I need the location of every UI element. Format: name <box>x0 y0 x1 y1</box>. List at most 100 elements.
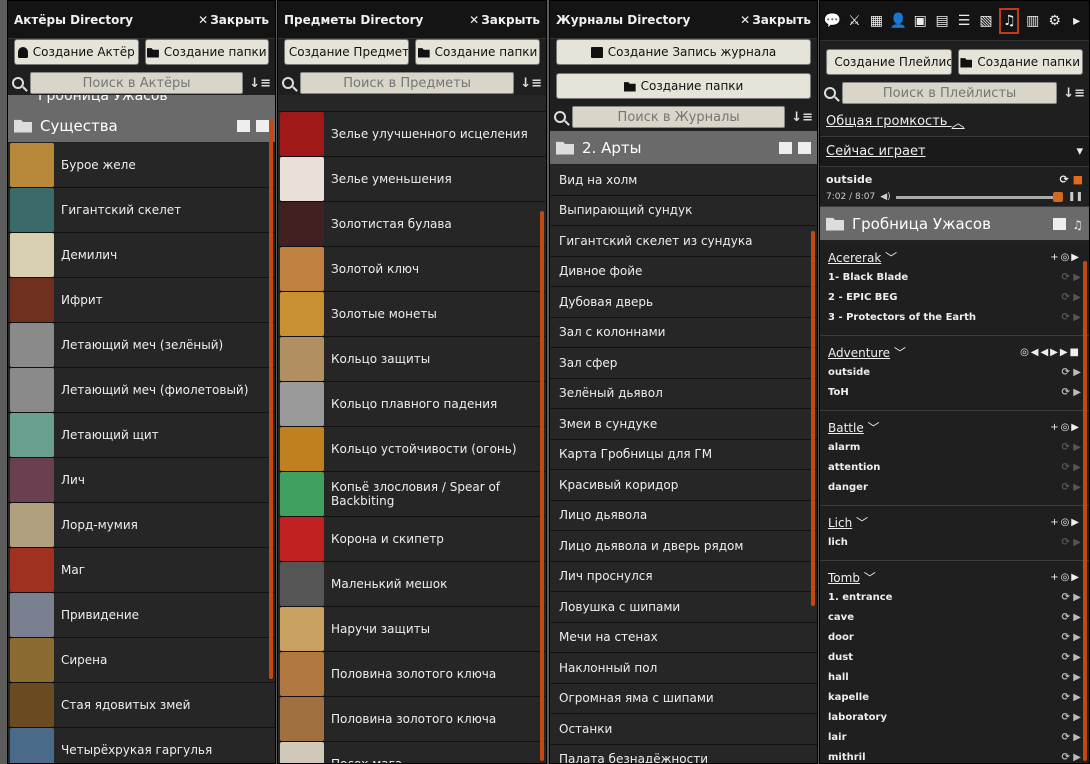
journal-entry-row[interactable]: Карта Гробницы для ГМ <box>550 439 817 470</box>
actors-search-input[interactable] <box>30 72 244 94</box>
journal-entry-row[interactable]: Ловушка с шипами <box>550 592 817 623</box>
playlist-controls[interactable]: +◎▶ <box>1050 517 1081 528</box>
track-controls[interactable]: ⟳ ▶ <box>1061 632 1081 643</box>
create-journal-icon[interactable] <box>798 141 811 154</box>
create-folder-button[interactable]: Создание папки <box>556 73 811 99</box>
global-volume-toggle[interactable]: Общая громкость ︿ <box>820 107 1089 137</box>
create-folder-icon[interactable] <box>1053 217 1067 230</box>
create-item-button[interactable]: Создание Предмет <box>284 39 409 65</box>
create-folder-button[interactable]: Создание папки <box>415 39 540 65</box>
journal-entry-row[interactable]: Палата безнадёжности <box>550 744 817 763</box>
track-row[interactable]: cave ⟳ ▶ <box>828 607 1081 627</box>
actor-row[interactable]: Летающий меч (зелёный) <box>8 323 275 368</box>
scenes-icon[interactable]: ▦ <box>868 12 885 30</box>
scrollbar[interactable] <box>1083 261 1087 761</box>
actor-row[interactable]: Привидение <box>8 593 275 638</box>
sort-icon[interactable]: ↓≡ <box>249 76 271 91</box>
create-folder-button[interactable]: Создание папки <box>144 39 269 65</box>
now-playing-header[interactable]: Сейчас играет ▾ <box>820 137 1089 167</box>
collapse-icon[interactable]: ▸ <box>1068 12 1085 30</box>
track-row[interactable]: 2 - EPIC BEG ⟳ ▶ <box>828 287 1081 307</box>
stop-icon[interactable]: ■ <box>1073 173 1083 186</box>
item-row[interactable]: Золотые монеты <box>278 292 546 337</box>
create-folder-button[interactable]: Создание папки <box>957 49 1083 75</box>
track-row[interactable]: dust ⟳ ▶ <box>828 647 1081 667</box>
journal-entry-row[interactable]: Гигантский скелет из сундука <box>550 226 817 257</box>
playlist-name[interactable]: Tomb <box>828 571 860 585</box>
journal-entry-row[interactable]: Вид на холм <box>550 165 817 196</box>
scrollbar[interactable] <box>269 119 273 679</box>
journals-search-input[interactable] <box>572 106 786 128</box>
track-controls[interactable]: ⟳ ▶ <box>1061 712 1081 723</box>
actor-row[interactable]: Демилич <box>8 233 275 278</box>
playlist-controls[interactable]: +◎▶ <box>1050 572 1081 583</box>
actor-row[interactable]: Летающий меч (фиолетовый) <box>8 368 275 413</box>
track-controls[interactable]: ⟳ ▶ <box>1061 537 1081 548</box>
actor-row[interactable]: Гигантский скелет <box>8 188 275 233</box>
journals-close-button[interactable]: ✕ Закрыть <box>740 13 811 27</box>
item-row[interactable]: Кольцо защиты <box>278 337 546 382</box>
create-actor-icon[interactable] <box>256 119 269 132</box>
track-controls[interactable]: ⟳ ▶ <box>1061 462 1081 473</box>
journal-entry-row[interactable]: Останки <box>550 714 817 745</box>
track-controls[interactable]: ⟳ ▶ <box>1061 612 1081 623</box>
create-folder-icon[interactable] <box>237 119 250 132</box>
journal-entry-row[interactable]: Змеи в сундуке <box>550 409 817 440</box>
track-controls[interactable]: ⟳ ▶ <box>1061 752 1081 763</box>
track-row[interactable]: attention ⟳ ▶ <box>828 457 1081 477</box>
playlist-header[interactable]: Tomb ﹀ +◎▶ <box>828 567 1081 587</box>
actor-row[interactable]: Четырёхрукая гаргулья <box>8 728 275 763</box>
item-row[interactable]: Зелье уменьшения <box>278 157 546 202</box>
track-row[interactable]: ToH ⟳ ▶ <box>828 382 1081 402</box>
track-progress-slider[interactable] <box>895 191 1063 202</box>
track-controls[interactable]: ⟳ ▶ <box>1061 592 1081 603</box>
actors-close-button[interactable]: ✕ Закрыть <box>198 13 269 27</box>
combat-icon[interactable]: ⚔ <box>846 12 863 30</box>
previous-folder-header[interactable]: Гробница Ужасов <box>8 95 275 109</box>
cards-icon[interactable]: ▧ <box>978 12 995 30</box>
track-row[interactable]: kapelle ⟳ ▶ <box>828 687 1081 707</box>
pause-icon[interactable]: ❚❚ <box>1068 192 1083 202</box>
playlist-header[interactable]: Lich ﹀ +◎▶ <box>828 512 1081 532</box>
create-folder-icon[interactable] <box>779 141 792 154</box>
track-row[interactable]: lair ⟳ ▶ <box>828 727 1081 747</box>
playlist-header[interactable]: Acererak ﹀ +◎▶ <box>828 247 1081 267</box>
track-controls[interactable]: ⟳ ▶ <box>1061 312 1081 323</box>
item-row[interactable]: Посох мага <box>278 742 546 763</box>
scrollbar[interactable] <box>540 211 544 761</box>
playlists-search-input[interactable] <box>842 82 1058 104</box>
playlists-icon[interactable]: ♫ <box>999 7 1020 34</box>
journal-entry-row[interactable]: Выпирающий сундук <box>550 195 817 226</box>
item-row[interactable]: Наручи защиты <box>278 607 546 652</box>
track-row[interactable]: laboratory ⟳ ▶ <box>828 707 1081 727</box>
playlist-controls[interactable]: ◎◀◀▶▶■ <box>1020 347 1081 358</box>
playlist-name[interactable]: Lich <box>828 516 852 530</box>
sort-icon[interactable]: ↓≡ <box>791 110 813 125</box>
actor-row[interactable]: Бурое желе <box>8 143 275 188</box>
track-row[interactable]: 1. entrance ⟳ ▶ <box>828 587 1081 607</box>
journal-entry-row[interactable]: Лич проснулся <box>550 561 817 592</box>
track-controls[interactable]: ⟳ ▶ <box>1061 367 1081 378</box>
track-controls[interactable]: ⟳ ▶ <box>1061 732 1081 743</box>
track-controls[interactable]: ⟳ ▶ <box>1061 672 1081 683</box>
journal-entry-row[interactable]: Красивый коридор <box>550 470 817 501</box>
playlist-name[interactable]: Adventure <box>828 346 890 360</box>
track-row[interactable]: 1- Black Blade ⟳ ▶ <box>828 267 1081 287</box>
tables-icon[interactable]: ☰ <box>956 12 973 30</box>
folder-header-tomb-of-horrors[interactable]: Гробница Ужасов ♫ <box>820 207 1089 241</box>
track-controls[interactable]: ⟳ ▶ <box>1061 272 1081 283</box>
track-controls[interactable]: ⟳ ▶ <box>1061 652 1081 663</box>
journal-entry-row[interactable]: Мечи на стенах <box>550 622 817 653</box>
chat-icon[interactable]: 💬 <box>824 12 841 30</box>
track-row[interactable]: danger ⟳ ▶ <box>828 477 1081 497</box>
create-playlist-button[interactable]: ♫Создание Плейлист <box>826 49 952 75</box>
track-row[interactable]: alarm ⟳ ▶ <box>828 437 1081 457</box>
journal-entry-row[interactable]: Дивное фойе <box>550 256 817 287</box>
scrollbar[interactable] <box>811 231 815 606</box>
playlist-name[interactable]: Battle <box>828 421 864 435</box>
track-controls[interactable]: ⟳ ▶ <box>1061 442 1081 453</box>
actor-row[interactable]: Стая ядовитых змей <box>8 683 275 728</box>
compendium-icon[interactable]: ▥ <box>1024 12 1041 30</box>
track-row[interactable]: door ⟳ ▶ <box>828 627 1081 647</box>
journal-entry-row[interactable]: Наклонный пол <box>550 653 817 684</box>
